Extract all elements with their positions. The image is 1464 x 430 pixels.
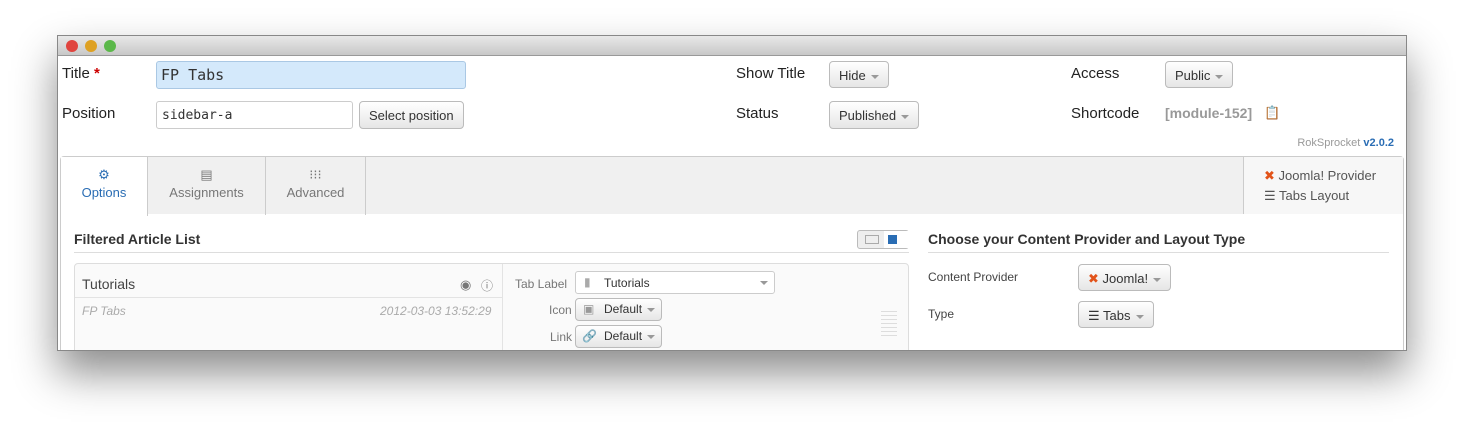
- version-info: RokSprocket v2.0.2: [1297, 137, 1394, 149]
- required-marker: *: [93, 65, 100, 82]
- list-view-icon[interactable]: [865, 235, 879, 244]
- tab-bar: ⚙ Options ▤ Assignments ⁝⁝⁝ Advanced ✖ Joom…: [60, 156, 1404, 216]
- show-title-value: Hide: [839, 68, 866, 83]
- status-value: Published: [839, 108, 897, 123]
- layout-icon: ▤: [200, 167, 213, 182]
- link-label: Link: [550, 330, 573, 344]
- caret-down-icon: [647, 307, 656, 312]
- detail-view-icon[interactable]: [884, 231, 909, 248]
- grid-icon: ☰: [1264, 188, 1276, 203]
- tab-label-input[interactable]: ▮ Tutorials: [575, 271, 775, 294]
- position-input[interactable]: sidebar-a: [156, 101, 353, 129]
- show-title-label: Show Title: [736, 65, 806, 82]
- caret-down-icon: [1135, 314, 1144, 319]
- shortcode-value: [module-152]: [1165, 105, 1253, 121]
- caret-down-icon: [901, 114, 910, 119]
- gear-icon: ⚙: [98, 167, 110, 182]
- title-input[interactable]: FP Tabs: [156, 61, 466, 89]
- access-value: Public: [1175, 68, 1211, 83]
- type-dropdown[interactable]: ☰ Tabs: [1078, 301, 1154, 328]
- content-provider-heading: Choose your Content Provider and Layout …: [928, 231, 1246, 247]
- article-list-heading: Filtered Article List: [74, 231, 201, 247]
- window: Title * FP Tabs Position sidebar-a Selec…: [57, 35, 1407, 351]
- sliders-icon: ⁝⁝⁝: [309, 167, 322, 182]
- minimize-button[interactable]: [85, 40, 97, 52]
- select-position-button[interactable]: Select position: [359, 101, 464, 129]
- clipboard-icon[interactable]: 📋: [1264, 105, 1280, 121]
- article-title: Tutorials: [82, 276, 136, 292]
- version-number: v2.0.2: [1363, 137, 1394, 149]
- type-label: Type: [928, 307, 955, 321]
- tab-advanced[interactable]: ⁝⁝⁝ Advanced: [266, 157, 366, 215]
- article-item: Tutorials ◉ ⓘ FP Tabs 2012-03-03 13:52:2…: [74, 263, 909, 350]
- grid-icon: ☰: [1088, 308, 1100, 323]
- icon-label: Icon: [549, 303, 572, 317]
- caret-down-icon: [1153, 277, 1162, 282]
- content-provider-dropdown[interactable]: ✖ Joomla!: [1078, 264, 1172, 291]
- caret-down-icon: [647, 334, 656, 339]
- icon-dropdown[interactable]: ▣ Default: [575, 298, 663, 321]
- caret-down-icon: [1215, 74, 1224, 79]
- access-label: Access: [1071, 65, 1120, 82]
- link-dropdown[interactable]: 🔗 Default: [575, 325, 663, 348]
- tab-options[interactable]: ⚙ Options: [61, 157, 148, 216]
- joomla-icon: ✖: [1264, 168, 1275, 183]
- status-dropdown[interactable]: Published: [829, 101, 920, 129]
- drag-handle[interactable]: [881, 311, 897, 337]
- link-icon: 🔗: [582, 329, 597, 343]
- close-button[interactable]: [66, 40, 78, 52]
- caret-down-icon: [870, 74, 879, 79]
- access-dropdown[interactable]: Public: [1165, 61, 1234, 88]
- title-bar: [58, 36, 1406, 56]
- image-icon: ▣: [583, 302, 595, 316]
- show-title-dropdown[interactable]: Hide: [829, 61, 889, 88]
- preview-icon[interactable]: ◉: [460, 277, 471, 293]
- tab-label-label: Tab Label: [515, 277, 568, 291]
- info-icon[interactable]: ⓘ: [481, 277, 493, 294]
- joomla-icon: ✖: [1088, 271, 1099, 286]
- article-date: 2012-03-03 13:52:29: [380, 304, 492, 318]
- provider-summary: ✖ Joomla! Provider ☰ Tabs Layout: [1243, 157, 1403, 214]
- status-label: Status: [736, 105, 779, 122]
- view-toggle[interactable]: [857, 230, 909, 249]
- zoom-button[interactable]: [104, 40, 116, 52]
- position-label: Position: [62, 105, 116, 122]
- article-subtitle: FP Tabs: [82, 304, 126, 318]
- content-provider-label: Content Provider: [928, 270, 1019, 284]
- tab-assignments[interactable]: ▤ Assignments: [148, 157, 266, 215]
- bookmark-icon: ▮: [584, 275, 591, 289]
- shortcode-label: Shortcode: [1071, 105, 1140, 122]
- caret-down-icon: [760, 281, 768, 285]
- title-label: Title *: [62, 65, 100, 82]
